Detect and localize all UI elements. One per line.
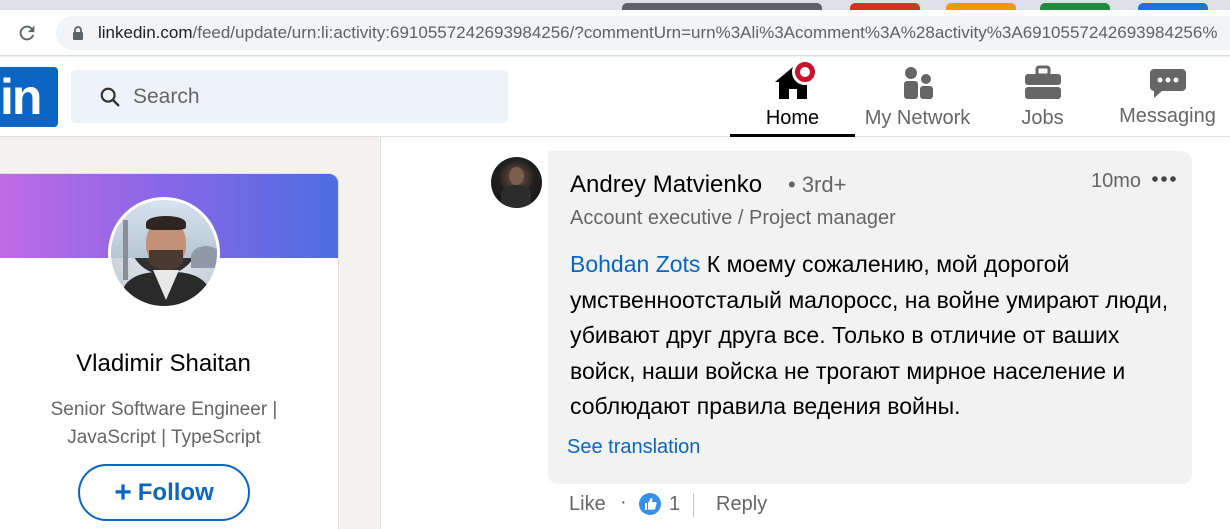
reply-button[interactable]: Reply (716, 493, 767, 516)
separator-dot: · (620, 491, 627, 513)
briefcase-icon (1024, 65, 1061, 99)
more-options-icon[interactable] (1151, 171, 1177, 187)
nav-messaging-label: Messaging (1119, 105, 1216, 127)
nav-my-network[interactable]: My Network (855, 57, 980, 137)
nav-home-label: Home (765, 107, 820, 129)
connection-degree: • 3rd+ (788, 172, 847, 197)
profile-card: Vladimir Shaitan Senior Software Enginee… (0, 173, 339, 529)
comment-bubble: Andrey Matvienko • 3rd+ 10mo Account exe… (548, 151, 1192, 484)
reload-icon[interactable] (16, 22, 38, 44)
url-field[interactable]: linkedin.com/feed/update/urn:li:activity… (56, 16, 1230, 50)
feed-panel: Andrey Matvienko • 3rd+ 10mo Account exe… (380, 137, 1230, 529)
comment-text: Bohdan Zots К моему сожалению, мой дорог… (570, 247, 1170, 425)
search-icon (100, 87, 120, 107)
url-path: /feed/update/urn:li:activity:69105572426… (192, 23, 1218, 42)
follow-label: Follow (137, 479, 214, 506)
nav-home[interactable]: Home (730, 57, 855, 137)
comment-author-headline: Account executive / Project manager (570, 207, 896, 229)
browser-tab[interactable] (622, 3, 822, 10)
nav-network-label: My Network (864, 107, 971, 129)
see-translation-link[interactable]: See translation (567, 436, 700, 459)
follow-button[interactable]: + Follow (78, 464, 250, 521)
browser-tab[interactable] (850, 3, 920, 10)
comment-timestamp: 10mo (1091, 170, 1142, 192)
browser-tab[interactable] (1138, 3, 1208, 10)
url-host: linkedin.com (98, 23, 193, 42)
nav-jobs[interactable]: Jobs (985, 57, 1100, 137)
linkedin-logo[interactable]: in (0, 67, 58, 127)
browser-address-bar: linkedin.com/feed/update/urn:li:activity… (0, 10, 1230, 56)
like-count[interactable]: 1 (669, 493, 680, 516)
notification-badge (792, 59, 818, 85)
profile-avatar[interactable] (108, 197, 220, 309)
commenter-avatar[interactable] (491, 157, 542, 208)
browser-tab[interactable] (946, 3, 1016, 10)
lock-icon[interactable] (70, 25, 86, 41)
logo-text: in (0, 69, 42, 125)
like-button[interactable]: Like (569, 493, 606, 516)
messaging-icon (1149, 69, 1186, 98)
browser-tab-strip (0, 0, 1230, 10)
url-text: linkedin.com/feed/update/urn:li:activity… (98, 23, 1217, 43)
like-reaction-icon[interactable] (638, 492, 662, 516)
mention-link[interactable]: Bohdan Zots (570, 251, 700, 277)
search-input[interactable] (133, 84, 493, 110)
action-divider (693, 493, 694, 517)
search-box[interactable] (71, 70, 508, 123)
comment-author-name[interactable]: Andrey Matvienko (570, 171, 762, 199)
browser-tab[interactable] (1040, 3, 1110, 10)
nav-messaging[interactable]: Messaging (1105, 57, 1230, 137)
profile-name[interactable]: Vladimir Shaitan (0, 350, 338, 378)
linkedin-header: in Home My Network Jobs (0, 57, 1230, 137)
network-icon (903, 67, 933, 99)
plus-icon: + (114, 476, 132, 509)
profile-headline: Senior Software Engineer | JavaScript | … (50, 399, 278, 448)
nav-jobs-label: Jobs (1021, 107, 1064, 129)
